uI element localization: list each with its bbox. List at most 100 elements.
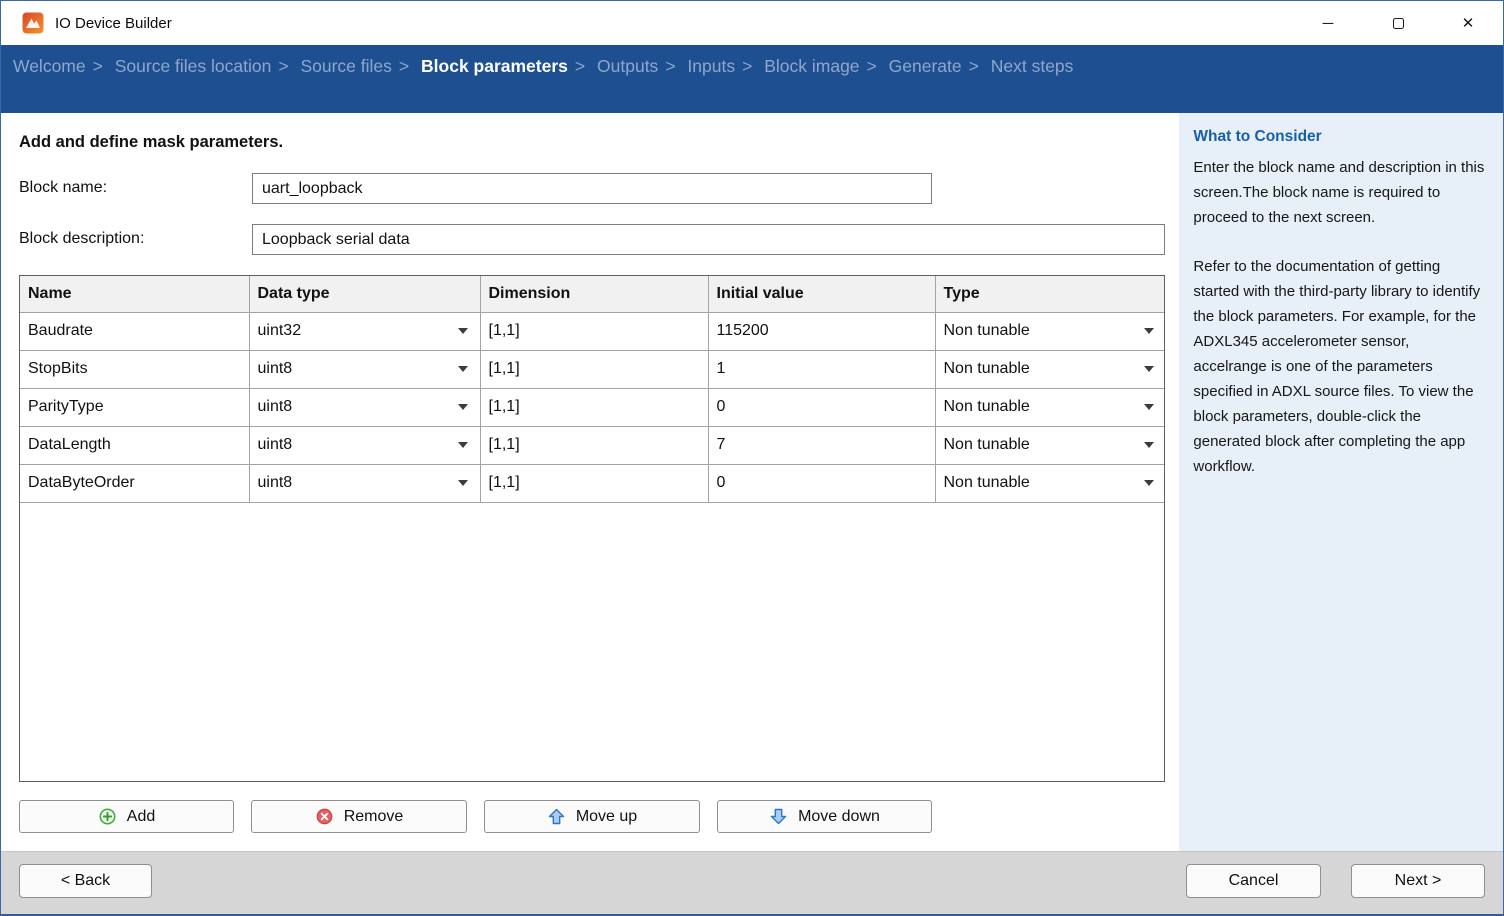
breadcrumb-item-block-parameters[interactable]: Block parameters <box>421 56 568 76</box>
chevron-down-icon <box>1144 442 1154 448</box>
cell-dimension[interactable]: [1,1] <box>480 350 708 388</box>
chevron-down-icon <box>458 442 468 448</box>
breadcrumb-item-source-files[interactable]: Source files <box>300 56 391 76</box>
cell-type-dropdown[interactable]: Non tunable <box>935 388 1165 426</box>
cell-name[interactable]: ParityType <box>20 388 249 426</box>
cell-type-dropdown[interactable]: Non tunable <box>935 312 1165 350</box>
column-header-dimension: Dimension <box>480 276 708 312</box>
add-button[interactable]: Add <box>19 800 234 833</box>
cell-data-type-value: uint8 <box>258 474 293 491</box>
table-row: DataByteOrder uint8 [1,1] 0 Non tunable <box>20 464 1165 502</box>
cell-data-type-dropdown[interactable]: uint8 <box>249 426 480 464</box>
cell-data-type-dropdown[interactable]: uint8 <box>249 464 480 502</box>
close-button[interactable]: ✕ <box>1433 1 1503 45</box>
move-up-button[interactable]: Move up <box>484 800 700 833</box>
cell-data-type-dropdown[interactable]: uint8 <box>249 350 480 388</box>
arrow-down-icon <box>769 807 788 826</box>
breadcrumb-item-block-image[interactable]: Block image <box>764 56 859 76</box>
cell-name[interactable]: DataByteOrder <box>20 464 249 502</box>
cell-initial-value[interactable]: 115200 <box>708 312 935 350</box>
footer-bar: < Back Cancel Next > <box>1 851 1503 914</box>
cell-dimension[interactable]: [1,1] <box>480 464 708 502</box>
back-button[interactable]: < Back <box>19 864 152 898</box>
table-row: DataLength uint8 [1,1] 7 Non tunable <box>20 426 1165 464</box>
column-header-data-type: Data type <box>249 276 480 312</box>
help-panel-title: What to Consider <box>1193 128 1485 146</box>
move-down-button-label: Move down <box>798 808 880 826</box>
cell-name[interactable]: DataLength <box>20 426 249 464</box>
chevron-down-icon <box>1144 366 1154 372</box>
breadcrumb-separator: > <box>867 56 877 76</box>
close-icon: ✕ <box>1462 14 1475 32</box>
app-window: IO Device Builder ─ ✕ Welcome > Source fi… <box>0 0 1504 916</box>
breadcrumb-separator: > <box>742 56 752 76</box>
window-title: IO Device Builder <box>55 15 172 32</box>
breadcrumb-item-source-files-location[interactable]: Source files location <box>115 56 272 76</box>
parameters-table: Name Data type Dimension Initial value T… <box>20 276 1165 503</box>
cell-type-value: Non tunable <box>944 360 1030 377</box>
block-description-field[interactable] <box>252 224 1165 255</box>
column-header-name: Name <box>20 276 249 312</box>
maximize-button[interactable] <box>1363 1 1433 45</box>
cell-data-type-value: uint8 <box>258 360 293 377</box>
cell-dimension[interactable]: [1,1] <box>480 388 708 426</box>
breadcrumb: Welcome > Source files location > Source f… <box>1 45 1503 113</box>
minimize-icon: ─ <box>1323 15 1334 32</box>
cell-type-value: Non tunable <box>944 398 1030 415</box>
chevron-down-icon <box>458 404 468 410</box>
block-name-field[interactable] <box>252 173 932 204</box>
block-name-label: Block name: <box>19 179 107 197</box>
cell-data-type-dropdown[interactable]: uint8 <box>249 388 480 426</box>
next-button[interactable]: Next > <box>1351 864 1485 898</box>
cell-data-type-value: uint8 <box>258 398 293 415</box>
cell-name[interactable]: StopBits <box>20 350 249 388</box>
cell-name[interactable]: Baudrate <box>20 312 249 350</box>
cancel-button[interactable]: Cancel <box>1186 864 1321 898</box>
help-paragraph: Enter the block name and description in … <box>1193 155 1485 230</box>
breadcrumb-item-next-steps[interactable]: Next steps <box>991 56 1074 76</box>
maximize-icon <box>1393 18 1404 29</box>
cell-data-type-dropdown[interactable]: uint32 <box>249 312 480 350</box>
table-row: StopBits uint8 [1,1] 1 Non tunable <box>20 350 1165 388</box>
column-header-type: Type <box>935 276 1165 312</box>
cell-type-value: Non tunable <box>944 322 1030 339</box>
cell-initial-value[interactable]: 0 <box>708 388 935 426</box>
help-paragraph: Refer to the documentation of getting st… <box>1193 254 1485 479</box>
chevron-down-icon <box>1144 328 1154 334</box>
chevron-down-icon <box>458 480 468 486</box>
minimize-button[interactable]: ─ <box>1293 1 1363 45</box>
breadcrumb-item-inputs[interactable]: Inputs <box>687 56 735 76</box>
breadcrumb-separator: > <box>399 56 409 76</box>
cell-type-dropdown[interactable]: Non tunable <box>935 464 1165 502</box>
breadcrumb-separator: > <box>278 56 288 76</box>
cell-initial-value[interactable]: 7 <box>708 426 935 464</box>
remove-button[interactable]: Remove <box>251 800 467 833</box>
table-row: Baudrate uint32 [1,1] 115200 Non tunable <box>20 312 1165 350</box>
content-area: Add and define mask parameters. Block na… <box>1 113 1503 851</box>
chevron-down-icon <box>458 366 468 372</box>
cell-type-dropdown[interactable]: Non tunable <box>935 426 1165 464</box>
arrow-up-icon <box>547 807 566 826</box>
cell-data-type-value: uint32 <box>258 322 302 339</box>
cell-dimension[interactable]: [1,1] <box>480 426 708 464</box>
cell-dimension[interactable]: [1,1] <box>480 312 708 350</box>
breadcrumb-item-outputs[interactable]: Outputs <box>597 56 658 76</box>
matlab-icon <box>22 12 44 34</box>
cell-type-dropdown[interactable]: Non tunable <box>935 350 1165 388</box>
add-button-label: Add <box>127 808 155 826</box>
move-up-button-label: Move up <box>576 808 637 826</box>
cell-initial-value[interactable]: 1 <box>708 350 935 388</box>
cell-initial-value[interactable]: 0 <box>708 464 935 502</box>
cell-type-value: Non tunable <box>944 474 1030 491</box>
breadcrumb-item-welcome[interactable]: Welcome <box>13 56 86 76</box>
add-icon <box>98 807 117 826</box>
breadcrumb-separator: > <box>969 56 979 76</box>
parameters-table-container: Name Data type Dimension Initial value T… <box>19 275 1165 782</box>
remove-icon <box>315 807 334 826</box>
breadcrumb-separator: > <box>665 56 675 76</box>
main-panel: Add and define mask parameters. Block na… <box>1 113 1179 851</box>
move-down-button[interactable]: Move down <box>717 800 932 833</box>
chevron-down-icon <box>458 328 468 334</box>
table-row: ParityType uint8 [1,1] 0 Non tunable <box>20 388 1165 426</box>
breadcrumb-item-generate[interactable]: Generate <box>889 56 962 76</box>
